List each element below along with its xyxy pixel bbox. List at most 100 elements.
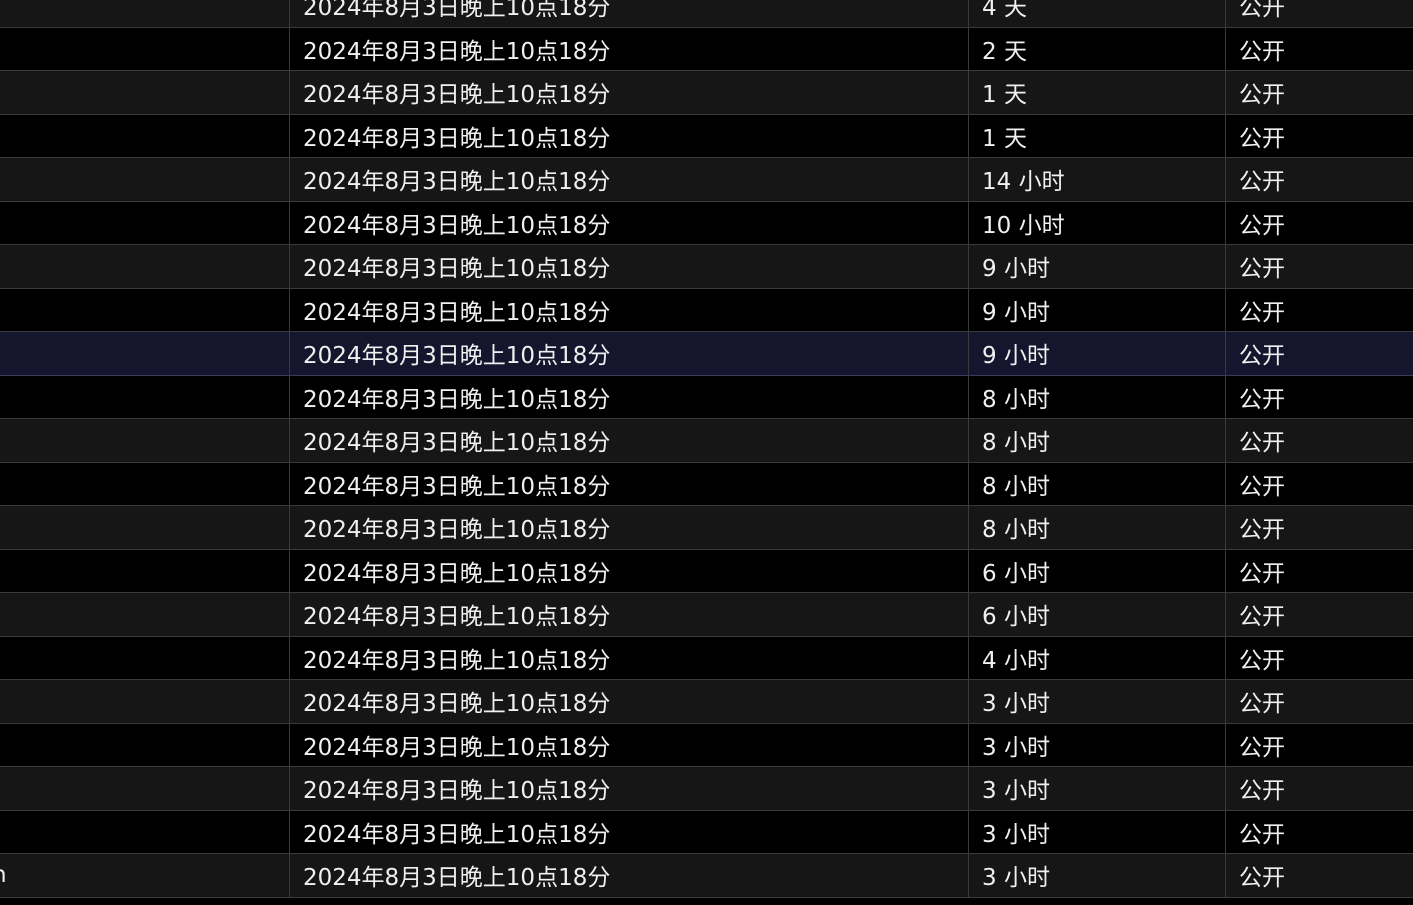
table-row[interactable]: 2024年8月3日晚上10点18分 8 小时 公开 xyxy=(0,375,1413,419)
date-cell: 2024年8月3日晚上10点18分 xyxy=(290,810,969,853)
date-cell-text: 2024年8月3日晚上10点18分 xyxy=(303,386,611,413)
date-cell-text: 2024年8月3日晚上10点18分 xyxy=(303,473,611,500)
table-row[interactable]: 2024年8月3日晚上10点18分 3 小时 公开 xyxy=(0,723,1413,767)
table-row[interactable]: 2024年8月3日晚上10点18分 6 小时 公开 xyxy=(0,549,1413,593)
date-cell-text: 2024年8月3日晚上10点18分 xyxy=(303,691,611,718)
visibility-cell: 公开 xyxy=(1226,637,1413,680)
table-row[interactable]: 2024年8月3日晚上10点18分 8 小时 公开 xyxy=(0,506,1413,550)
age-cell: 3 小时 xyxy=(969,810,1226,853)
visibility-cell: 公开 xyxy=(1226,376,1413,419)
age-cell-text: 8 小时 xyxy=(982,517,1050,544)
name-cell xyxy=(0,71,290,114)
date-cell-text: 2024年8月3日晚上10点18分 xyxy=(303,647,611,674)
name-cell xyxy=(0,245,290,288)
date-cell-text: 2024年8月3日晚上10点18分 xyxy=(303,430,611,457)
date-cell: 2024年8月3日晚上10点18分 xyxy=(290,27,969,70)
visibility-cell-text: 公开 xyxy=(1239,256,1285,283)
table-row[interactable]: 2024年8月3日晚上10点18分 14 小时 公开 xyxy=(0,158,1413,202)
name-cell xyxy=(0,810,290,853)
name-cell xyxy=(0,27,290,70)
visibility-cell: 公开 xyxy=(1226,71,1413,114)
age-cell: 3 小时 xyxy=(969,854,1226,897)
age-cell-text: 4 小时 xyxy=(982,647,1050,674)
table-row[interactable]: 2024年8月3日晚上10点18分 8 小时 公开 xyxy=(0,462,1413,506)
age-cell-text: 1 天 xyxy=(982,125,1027,152)
date-cell-text: 2024年8月3日晚上10点18分 xyxy=(303,125,611,152)
name-cell xyxy=(0,767,290,810)
table-row[interactable]: 2024年8月3日晚上10点18分 3 小时 公开 xyxy=(0,767,1413,811)
table-row[interactable]: 2024年8月3日晚上10点18分 3 小时 公开 xyxy=(0,810,1413,854)
visibility-cell-text: 公开 xyxy=(1239,299,1285,326)
date-cell: 2024年8月3日晚上10点18分 xyxy=(290,636,969,679)
table-row[interactable]: n 2024年8月3日晚上10点18分 3 小时 公开 xyxy=(0,854,1413,898)
table-row[interactable]: 2024年8月3日晚上10点18分 4 天 公开 xyxy=(0,0,1413,28)
table-row[interactable]: 2024年8月3日晚上10点18分 8 小时 公开 xyxy=(0,419,1413,463)
name-cell xyxy=(0,723,290,766)
name-cell xyxy=(0,680,290,723)
date-cell: 2024年8月3日晚上10点18分 xyxy=(290,375,969,418)
table-viewport[interactable]: 2024年8月3日晚上10点18分 4 天公开 2024年8月3日晚上10点18分 2… xyxy=(0,0,1413,905)
visibility-cell-text: 公开 xyxy=(1239,0,1285,22)
date-cell: 2024年8月3日晚上10点18分 xyxy=(290,506,969,549)
date-cell-text: 2024年8月3日晚上10点18分 xyxy=(303,343,611,370)
date-cell: 2024年8月3日晚上10点18分 xyxy=(290,332,969,375)
name-cell xyxy=(0,288,290,331)
age-cell-text: 8 小时 xyxy=(982,386,1050,413)
visibility-cell: 公开 xyxy=(1226,724,1413,767)
table-row[interactable]: 2024年8月3日晚上10点18分 9 小时 公开 xyxy=(0,332,1413,376)
age-cell-text: 9 小时 xyxy=(982,299,1050,326)
name-cell xyxy=(0,549,290,592)
age-cell-text: 3 小时 xyxy=(982,865,1050,892)
age-cell-text: 1 天 xyxy=(982,82,1027,109)
age-cell: 4 天 xyxy=(969,0,1226,27)
name-cell xyxy=(0,593,290,636)
table-row[interactable]: 2024年8月3日晚上10点18分 1 天 公开 xyxy=(0,71,1413,115)
name-cell xyxy=(0,375,290,418)
visibility-cell-text: 公开 xyxy=(1239,517,1285,544)
visibility-cell: 公开 xyxy=(1226,289,1413,332)
age-cell-text: 2 天 xyxy=(982,38,1027,65)
date-cell: 2024年8月3日晚上10点18分 xyxy=(290,0,969,27)
table-row[interactable]: 2024年8月3日晚上10点18分 2 天 公开 xyxy=(0,27,1413,71)
visibility-cell-text: 公开 xyxy=(1239,647,1285,674)
age-cell: 6 小时 xyxy=(969,593,1226,636)
visibility-cell-text: 公开 xyxy=(1239,212,1285,239)
date-cell-text: 2024年8月3日晚上10点18分 xyxy=(303,560,611,587)
date-cell-text: 2024年8月3日晚上10点18分 xyxy=(303,517,611,544)
date-cell: 2024年8月3日晚上10点18分 xyxy=(290,245,969,288)
visibility-cell: 公开 xyxy=(1226,854,1413,897)
visibility-cell-text: 公开 xyxy=(1239,560,1285,587)
date-cell: 2024年8月3日晚上10点18分 xyxy=(290,593,969,636)
table-row[interactable]: 2024年8月3日晚上10点18分 9 小时 公开 xyxy=(0,288,1413,332)
visibility-cell-text: 公开 xyxy=(1239,125,1285,152)
age-cell-text: 9 小时 xyxy=(982,343,1050,370)
table-row[interactable]: 2024年8月3日晚上10点18分 1 天 公开 xyxy=(0,114,1413,158)
visibility-cell-text: 公开 xyxy=(1239,386,1285,413)
visibility-cell: 公开 xyxy=(1226,158,1413,201)
date-cell-text: 2024年8月3日晚上10点18分 xyxy=(303,0,611,22)
age-cell-text: 14 小时 xyxy=(982,169,1065,196)
name-cell xyxy=(0,462,290,505)
name-cell xyxy=(0,506,290,549)
name-cell xyxy=(0,114,290,157)
age-cell-text: 6 小时 xyxy=(982,604,1050,631)
age-cell: 6 小时 xyxy=(969,549,1226,592)
name-cell xyxy=(0,201,290,244)
date-cell-text: 2024年8月3日晚上10点18分 xyxy=(303,734,611,761)
table-row[interactable]: 2024年8月3日晚上10点18分 6 小时 公开 xyxy=(0,593,1413,637)
date-cell-text: 2024年8月3日晚上10点18分 xyxy=(303,299,611,326)
table-row[interactable]: 2024年8月3日晚上10点18分 4 小时 公开 xyxy=(0,636,1413,680)
date-cell: 2024年8月3日晚上10点18分 xyxy=(290,854,969,897)
age-cell: 4 小时 xyxy=(969,636,1226,679)
table-row[interactable]: 2024年8月3日晚上10点18分 10 小时 公开 xyxy=(0,201,1413,245)
age-cell: 3 小时 xyxy=(969,723,1226,766)
age-cell-text: 9 小时 xyxy=(982,256,1050,283)
age-cell: 2 天 xyxy=(969,27,1226,70)
table-row[interactable]: 2024年8月3日晚上10点18分 9 小时 公开 xyxy=(0,245,1413,289)
table-row[interactable]: 2024年8月3日晚上10点18分 3 小时 公开 xyxy=(0,680,1413,724)
date-cell-text: 2024年8月3日晚上10点18分 xyxy=(303,169,611,196)
visibility-cell-text: 公开 xyxy=(1239,821,1285,848)
visibility-cell-text: 公开 xyxy=(1239,778,1285,805)
date-cell: 2024年8月3日晚上10点18分 xyxy=(290,462,969,505)
age-cell: 1 天 xyxy=(969,71,1226,114)
